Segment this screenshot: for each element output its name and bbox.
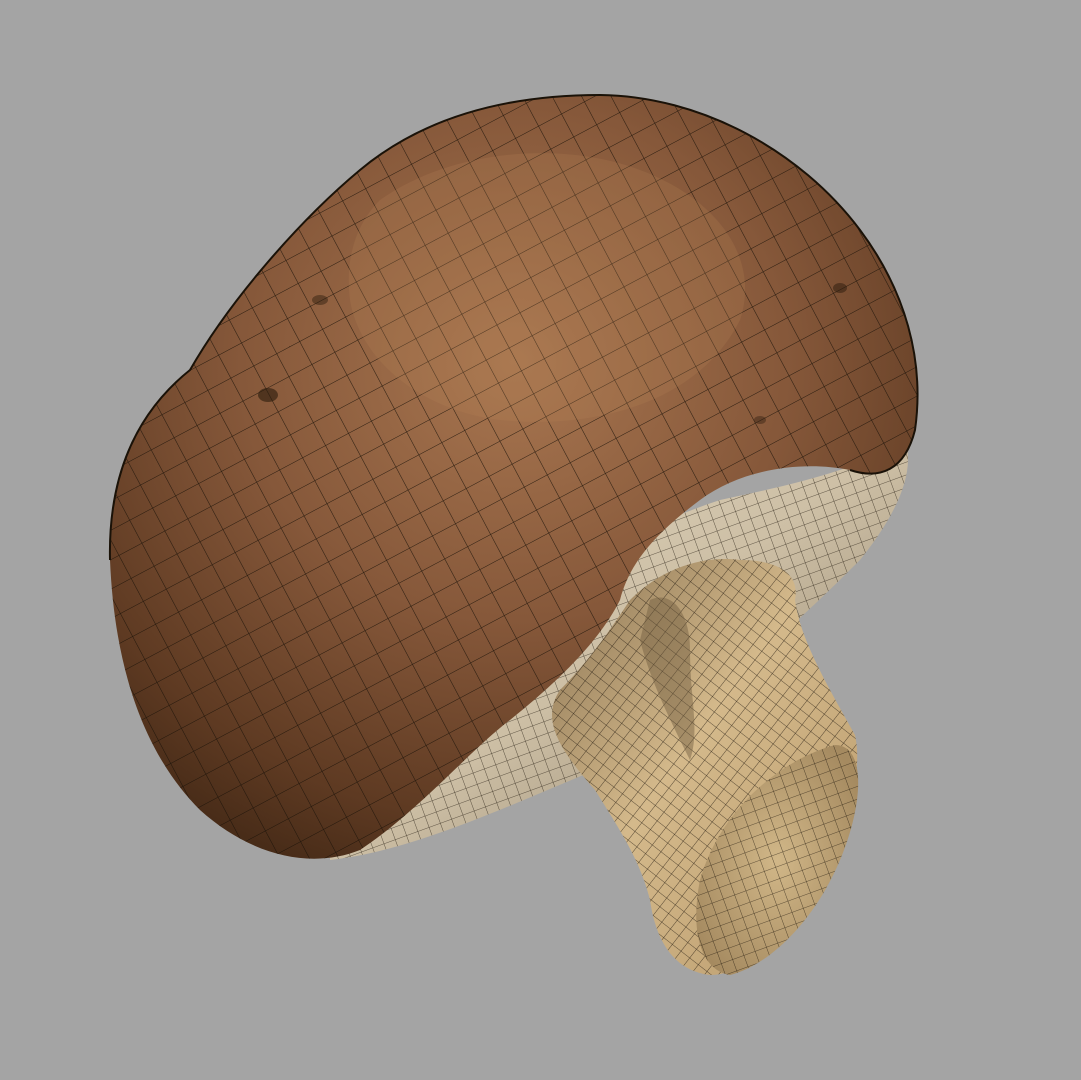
mushroom-render (108, 93, 919, 975)
3d-viewport[interactable] (0, 0, 1081, 1080)
